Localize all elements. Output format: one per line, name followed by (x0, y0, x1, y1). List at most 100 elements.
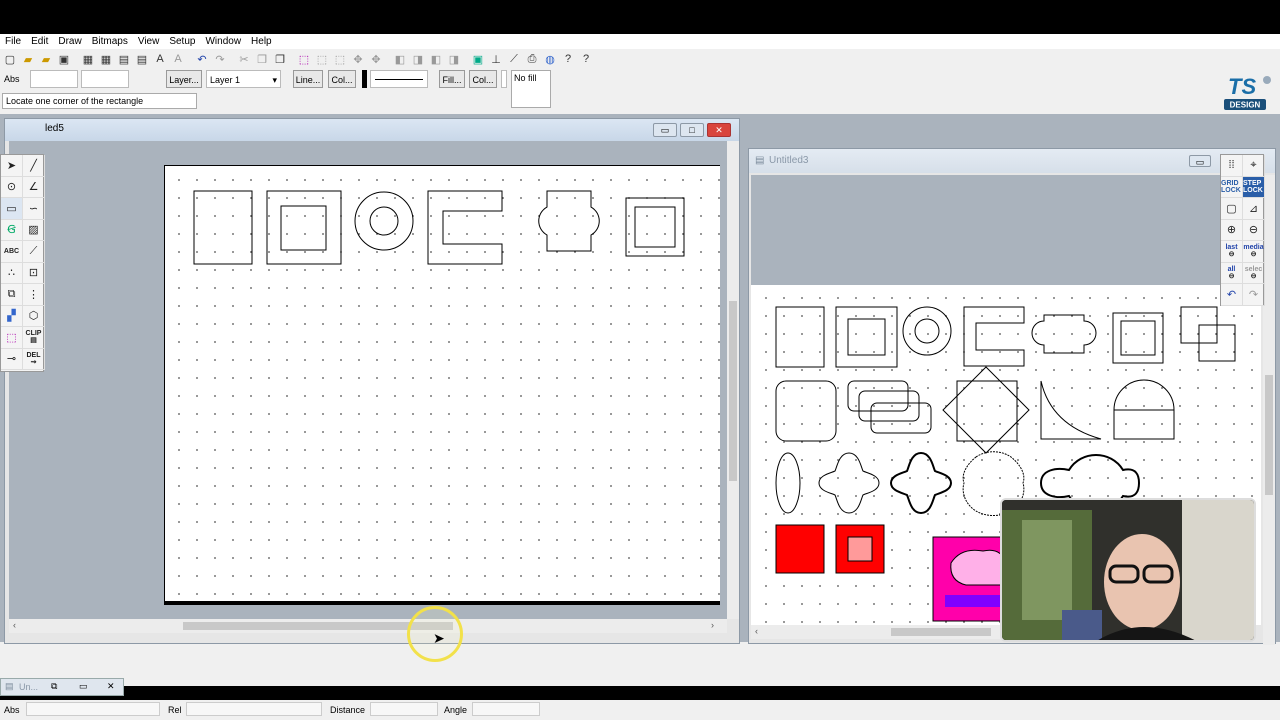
view-redo-icon[interactable]: ↷ (1243, 284, 1265, 306)
help-icon[interactable]: ? (578, 51, 594, 67)
menu-window[interactable]: Window (200, 34, 246, 49)
right-scroll-left-icon[interactable]: ‹ (755, 626, 758, 636)
r-shape-rectangle[interactable] (775, 306, 825, 368)
frame-icon[interactable]: ▣ (470, 51, 486, 67)
copy-tool-icon[interactable]: ⧉ (1, 284, 23, 306)
import-icon[interactable]: ▤ (134, 51, 150, 67)
shape-rounded-cross[interactable] (538, 190, 600, 252)
group-icon[interactable]: ⬚ (314, 51, 330, 67)
minimized-window[interactable]: ▤ Un... ⧉ ▭ ✕ (0, 678, 124, 696)
undo-icon[interactable]: ↶ (194, 51, 210, 67)
pointer-tool-icon[interactable]: ➤ (1, 155, 23, 177)
menu-help[interactable]: Help (246, 34, 277, 49)
measure-tool-icon[interactable]: ⟋ (23, 241, 45, 263)
y-coordinate-field[interactable] (81, 70, 129, 88)
right-horizontal-scroll-thumb[interactable] (891, 628, 991, 636)
redo-icon[interactable]: ↷ (212, 51, 228, 67)
minimize-button[interactable]: ▭ (653, 123, 677, 137)
back-icon[interactable]: ◨ (410, 51, 426, 67)
curve-tool-icon[interactable]: ∽ (23, 198, 45, 220)
line-tool-icon[interactable]: ╱ (23, 155, 45, 177)
close-icon[interactable]: ✕ (107, 681, 115, 692)
export-icon[interactable]: ▤ (116, 51, 132, 67)
transform-tool-icon[interactable]: ⊡ (23, 262, 45, 284)
open-icon[interactable]: ▰ (38, 51, 54, 67)
snap-icon[interactable]: ⌖ (1243, 155, 1265, 177)
open-folder-icon[interactable]: ▰ (20, 51, 36, 67)
dimension-icon[interactable]: ⊥ (488, 51, 504, 67)
shape-frame-inner[interactable] (634, 206, 676, 248)
new-file-icon[interactable]: ▢ (2, 51, 18, 67)
copy-icon[interactable]: ❐ (254, 51, 270, 67)
forward-icon[interactable]: ◧ (428, 51, 444, 67)
circle-tool-icon[interactable]: ⊙ (1, 176, 23, 198)
zoom-in-icon[interactable]: ⊕ (1221, 219, 1243, 241)
right-horizontal-scrollbar[interactable]: ‹ (751, 625, 1001, 639)
web-icon[interactable]: ◍ (542, 51, 558, 67)
close-button[interactable]: ✕ (707, 123, 731, 137)
left-vertical-scrollbar[interactable] (727, 141, 739, 619)
menu-view[interactable]: View (133, 34, 165, 49)
delete-tool-icon[interactable]: DEL ⇝ (23, 348, 45, 370)
select-icon[interactable]: ⬚ (296, 51, 312, 67)
context-help-icon[interactable]: ? (560, 51, 576, 67)
node-edit-icon[interactable]: ⬚ (1, 327, 23, 349)
points-tool-icon[interactable]: ∴ (1, 262, 23, 284)
measure-icon[interactable]: ⟋ (506, 51, 522, 67)
save-icon[interactable]: ▣ (56, 51, 72, 67)
arc-tool-icon[interactable]: ∠ (23, 176, 45, 198)
align-icon[interactable]: ✥ (350, 51, 366, 67)
step-lock-button[interactable]: STEP LOCK (1243, 176, 1265, 198)
view-undo-icon[interactable]: ↶ (1221, 284, 1243, 306)
zoom-out-icon[interactable]: ⊖ (1243, 219, 1265, 241)
scroll-left-icon[interactable]: ‹ (13, 620, 16, 630)
front-icon[interactable]: ◧ (392, 51, 408, 67)
line-style-button[interactable]: Line... (293, 70, 323, 88)
shape-rectangle[interactable] (193, 190, 253, 265)
move-icon[interactable]: ✥ (368, 51, 384, 67)
spiral-tool-icon[interactable]: Ꞡ (1, 219, 23, 241)
printer-icon[interactable]: ⎙ (524, 51, 540, 67)
left-vertical-scroll-thumb[interactable] (729, 301, 737, 481)
line-color-button[interactable]: Col... (328, 70, 356, 88)
shape-circle-inner[interactable] (369, 206, 399, 236)
maximize-icon[interactable]: ▭ (79, 681, 88, 692)
zoom-window-icon[interactable]: ▢ (1221, 198, 1243, 220)
cut-icon[interactable]: ✂ (236, 51, 252, 67)
axis-icon[interactable]: ⊿ (1243, 198, 1265, 220)
bitmap-tool-icon[interactable]: ▞ (1, 305, 23, 327)
align-tool-icon[interactable]: ⋮ (23, 284, 45, 306)
menu-bitmaps[interactable]: Bitmaps (87, 34, 133, 49)
fill-color-button[interactable]: Col... (469, 70, 497, 88)
left-window-titlebar[interactable]: led5 ▭ □ ✕ (5, 119, 739, 141)
r-shape-red-square[interactable] (775, 524, 825, 574)
layer-select[interactable]: Layer 1 ▾ (206, 70, 281, 88)
print-setup-icon[interactable]: ▦ (80, 51, 96, 67)
left-horizontal-scrollbar[interactable]: ‹ › (9, 619, 727, 633)
scroll-right-icon[interactable]: › (711, 620, 714, 630)
text-tool-icon[interactable]: ABC (1, 241, 23, 263)
grid-icon[interactable]: ⁞⁞ (1221, 155, 1243, 177)
last-view-button[interactable]: last ⊖ (1221, 241, 1243, 263)
media-view-button[interactable]: media ⊖ (1243, 241, 1265, 263)
fill-style-button[interactable]: Fill... (439, 70, 465, 88)
right-vertical-scroll-thumb[interactable] (1265, 375, 1273, 495)
left-drawing-canvas[interactable] (9, 141, 731, 619)
left-drawing-sheet[interactable] (164, 165, 720, 605)
maximize-button[interactable]: □ (680, 123, 704, 137)
backward-icon[interactable]: ◨ (446, 51, 462, 67)
menu-edit[interactable]: Edit (26, 34, 53, 49)
shape-square-outer[interactable] (266, 190, 342, 265)
menu-file[interactable]: File (0, 34, 26, 49)
line-width-selector[interactable] (370, 70, 428, 88)
restore-icon[interactable]: ⧉ (51, 681, 57, 692)
shape-c-bracket[interactable] (427, 190, 503, 265)
ungroup-icon[interactable]: ⬚ (332, 51, 348, 67)
hatch-tool-icon[interactable]: ▨ (23, 219, 45, 241)
clip-tool-icon[interactable]: CLIP ▤ (23, 327, 45, 349)
all-view-button[interactable]: all ⊖ (1221, 262, 1243, 284)
x-coordinate-field[interactable] (30, 70, 78, 88)
selection-view-button[interactable]: selec ⊖ (1243, 262, 1265, 284)
layer-button[interactable]: Layer... (166, 70, 202, 88)
shape-square-inner[interactable] (280, 205, 327, 251)
